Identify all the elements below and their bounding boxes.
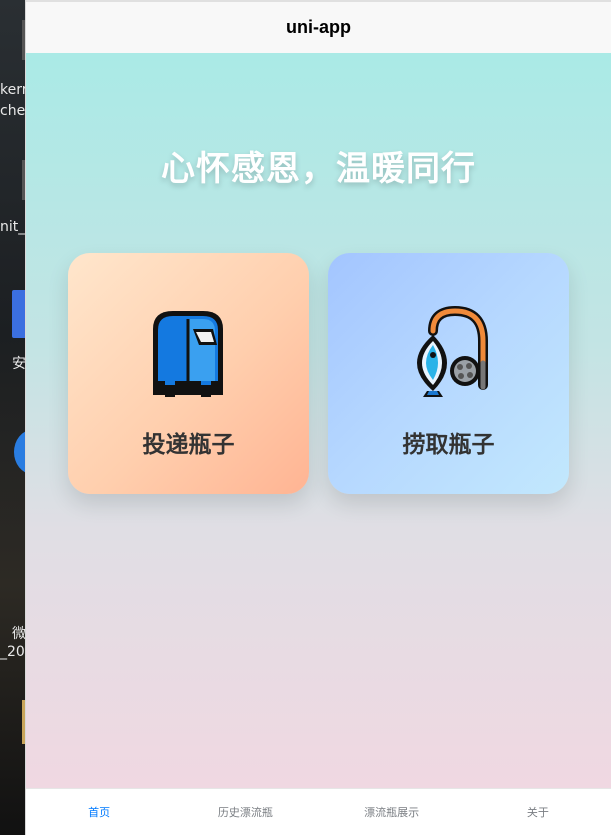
desktop-label-fragment: 微: [12, 626, 26, 642]
navigation-bar: uni-app: [26, 0, 611, 53]
desktop-background: kerr chec nit_ 安 微 _20: [0, 0, 26, 835]
desktop-app-icon[interactable]: [12, 290, 26, 338]
window-edge: [611, 0, 615, 835]
tab-about[interactable]: 关于: [465, 789, 611, 835]
home-content: 心怀感恩，温暖同行 投递瓶子 捞取瓶子: [26, 53, 611, 788]
mailbox-icon: [153, 311, 223, 397]
send-bottle-card[interactable]: 投递瓶子: [68, 253, 309, 494]
fishing-icon: [417, 305, 488, 397]
desktop-label-fragment: kerr: [0, 82, 26, 98]
app-window: uni-app 心怀感恩，温暖同行 投递瓶子 捞取瓶子 首页 历史漂流瓶 漂流瓶…: [25, 0, 615, 835]
fish-bottle-card[interactable]: 捞取瓶子: [328, 253, 569, 494]
tab-history-bottles[interactable]: 历史漂流瓶: [172, 789, 318, 835]
tab-home[interactable]: 首页: [26, 789, 172, 835]
home-headline: 心怀感恩，温暖同行: [161, 149, 476, 189]
send-bottle-label: 投递瓶子: [142, 432, 235, 458]
desktop-label-fragment: nit_: [0, 219, 26, 235]
desktop-label-fragment: 安: [12, 356, 26, 372]
desktop-label-fragment: chec: [0, 103, 26, 119]
tab-bar: 首页 历史漂流瓶 漂流瓶展示 关于: [26, 788, 611, 835]
page-title: uni-app: [286, 17, 351, 37]
fish-bottle-label: 捞取瓶子: [402, 432, 495, 458]
tab-bottle-showcase[interactable]: 漂流瓶展示: [319, 789, 465, 835]
desktop-label-fragment: _20: [0, 644, 25, 660]
